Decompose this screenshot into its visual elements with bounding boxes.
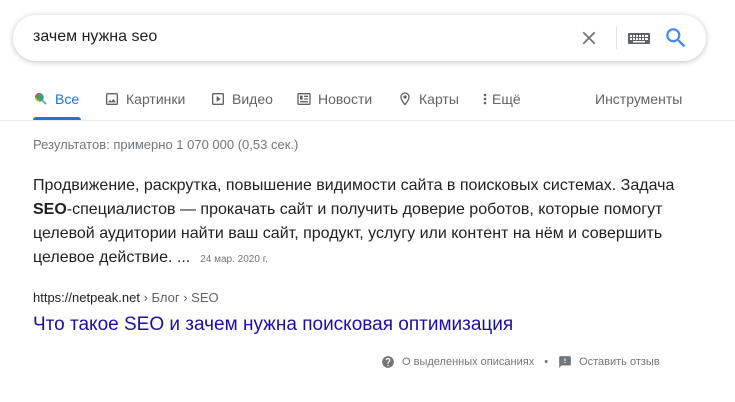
search-icon — [33, 91, 49, 107]
snippet-bold: SEO — [33, 201, 67, 218]
tabs-divider — [0, 120, 735, 121]
tab-more-label: Ещё — [492, 91, 521, 107]
feedback-link[interactable]: Оставить отзыв — [558, 355, 660, 369]
snippet-lead: Продвижение, раскрутка, повышение видимо… — [33, 177, 675, 194]
search-icon — [666, 28, 686, 48]
tab-maps-label: Карты — [419, 91, 459, 107]
news-icon — [296, 91, 312, 107]
map-pin-icon — [397, 91, 413, 107]
image-icon — [104, 91, 120, 107]
searchbox-divider — [616, 27, 617, 49]
snippet-rest: -специалистов — прокачать сайт и получит… — [33, 201, 663, 266]
snippet-date: 24 мар. 2020 г. — [200, 254, 268, 265]
result-title-link[interactable]: Что такое SEO и зачем нужна поисковая оп… — [33, 314, 513, 336]
tab-all-label: Все — [55, 91, 80, 107]
feedback-label: Оставить отзыв — [579, 356, 660, 368]
about-snippets-link[interactable]: О выделенных описаниях — [381, 355, 534, 369]
result-breadcrumb: › Блог › SEO — [139, 290, 219, 305]
video-icon — [210, 91, 226, 107]
clear-button[interactable] — [578, 27, 600, 49]
tab-news-label: Новости — [318, 91, 373, 107]
result-stats: Результатов: примерно 1 070 000 (0,53 се… — [33, 137, 299, 152]
search-button[interactable] — [663, 25, 689, 51]
keyboard-button[interactable] — [626, 27, 652, 49]
tab-maps[interactable]: Карты — [397, 88, 459, 110]
tab-video-label: Видео — [232, 91, 273, 107]
featured-snippet-text: Продвижение, раскрутка, повышение видимо… — [33, 174, 693, 272]
tab-more[interactable]: Ещё — [481, 88, 521, 110]
close-icon — [582, 31, 596, 45]
tab-images-label: Картинки — [126, 91, 186, 107]
about-snippets-label: О выделенных описаниях — [402, 356, 535, 368]
snippet-footer: О выделенных описаниях • Оставить отзыв — [381, 355, 660, 369]
tools-button[interactable]: Инструменты — [595, 91, 682, 107]
footer-separator: • — [544, 356, 549, 368]
feedback-icon — [559, 356, 571, 368]
help-icon — [382, 356, 394, 368]
tab-images[interactable]: Картинки — [104, 88, 185, 110]
tab-all[interactable]: Все — [33, 88, 79, 110]
result-url[interactable]: https://netpeak.net › Блог › SEO — [33, 290, 219, 305]
search-box — [13, 15, 706, 61]
keyboard-icon — [628, 33, 650, 44]
search-input[interactable] — [33, 28, 553, 46]
tab-video[interactable]: Видео — [210, 88, 273, 110]
tab-news[interactable]: Новости — [296, 88, 372, 110]
more-vert-icon — [481, 91, 489, 107]
result-domain: https://netpeak.net — [33, 290, 140, 305]
